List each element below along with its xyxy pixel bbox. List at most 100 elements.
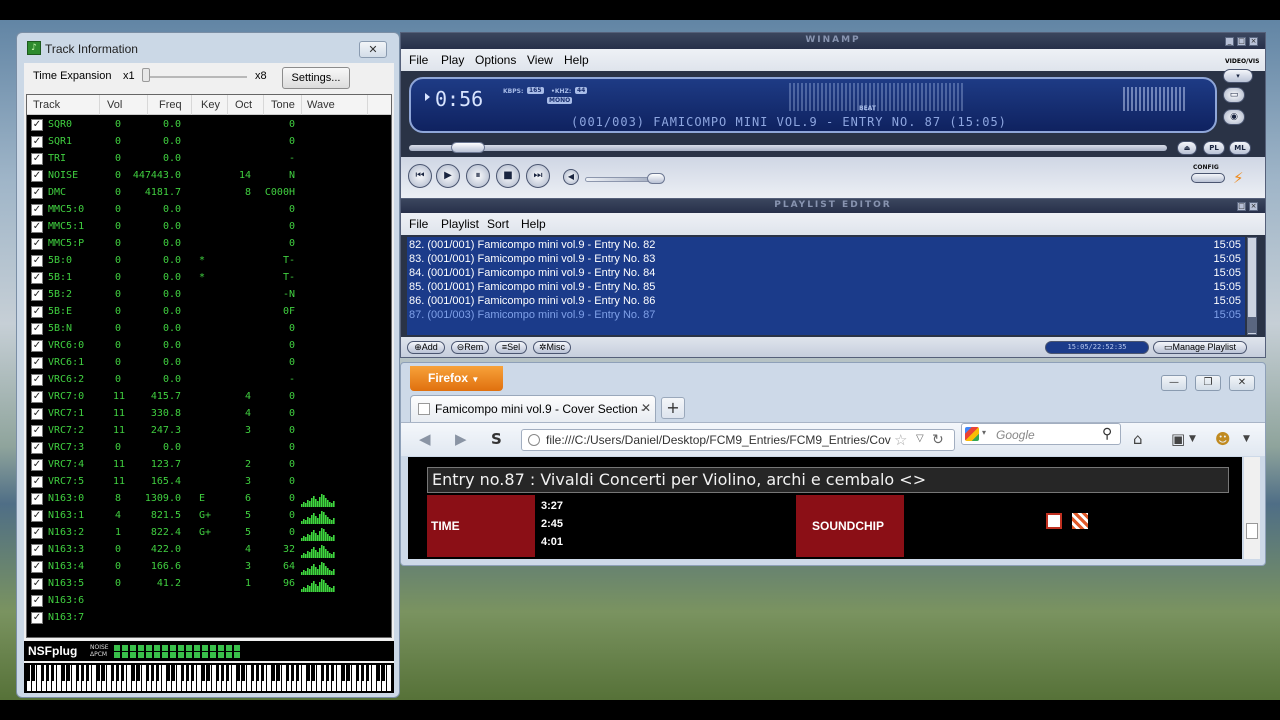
playlist-item-current[interactable]: 87. (001/003) Famicompo mini vol.9 - Ent… [409, 309, 1241, 323]
video-button[interactable]: ▭ [1223, 87, 1245, 103]
winamp-titlebar[interactable]: WINAMP _ □ × [401, 33, 1265, 49]
track-enable-checkbox[interactable]: ✓ [31, 340, 43, 352]
column-header-vol[interactable]: Vol [107, 99, 122, 111]
menu-file[interactable]: File [409, 53, 428, 67]
lightning-icon[interactable]: ⚡ [1233, 169, 1249, 187]
page-scrollbar[interactable] [1244, 457, 1260, 559]
track-enable-checkbox[interactable]: ✓ [31, 493, 43, 505]
minimize-button[interactable]: _ [1225, 37, 1234, 46]
playlist-item[interactable]: 86. (001/001) Famicompo mini vol.9 - Ent… [409, 295, 1241, 309]
track-enable-checkbox[interactable]: ✓ [31, 476, 43, 488]
remove-button[interactable]: ⊖Rem [451, 341, 489, 354]
minimize-button[interactable]: — [1161, 375, 1187, 391]
close-button[interactable]: × [1249, 37, 1258, 46]
track-row[interactable]: ✓ 5B:1 0 0.0 * T- [27, 270, 391, 287]
seek-bar-track[interactable] [409, 145, 1167, 151]
search-box[interactable]: ▾ Google ⚲ [961, 423, 1121, 445]
track-row[interactable]: ✓ N163:1 4 821.5 G+ 5 0 [27, 508, 391, 525]
column-header-key[interactable]: Key [201, 99, 220, 111]
history-dropdown-icon[interactable]: ▽ [916, 433, 924, 444]
settings-button[interactable]: Settings... [282, 67, 350, 89]
page-scrollbar-thumb[interactable] [1246, 523, 1258, 539]
bookmarks-icon[interactable]: ▣ [1171, 430, 1185, 448]
close-button[interactable]: ✕ [1229, 375, 1255, 391]
track-enable-checkbox[interactable]: ✓ [31, 425, 43, 437]
track-row[interactable]: ✓ 5B:N 0 0.0 0 [27, 321, 391, 338]
track-enable-checkbox[interactable]: ✓ [31, 170, 43, 182]
shade-button[interactable]: □ [1237, 202, 1246, 211]
previous-button[interactable]: ⏮ [408, 164, 432, 188]
menu-playlist[interactable]: Playlist [441, 217, 479, 231]
track-enable-checkbox[interactable]: ✓ [31, 238, 43, 250]
greasemonkey-icon[interactable]: ☻ [1215, 430, 1231, 448]
column-header-oct[interactable]: Oct [235, 99, 252, 111]
playlist-item[interactable]: 85. (001/001) Famicompo mini vol.9 - Ent… [409, 281, 1241, 295]
elapsed-time[interactable]: 0:56 [435, 87, 483, 111]
playlist-titlebar[interactable]: PLAYLIST EDITOR □ × [401, 199, 1265, 213]
close-button[interactable]: × [1249, 202, 1258, 211]
track-enable-checkbox[interactable]: ✓ [31, 374, 43, 386]
track-row[interactable]: ✓ TRI 0 0.0 - [27, 151, 391, 168]
eject-button[interactable]: ⏏ [1177, 141, 1197, 155]
url-bar[interactable]: file:///C:/Users/Daniel/Desktop/FCM9_Ent… [521, 429, 955, 451]
column-header-track[interactable]: Track [33, 99, 60, 111]
track-row[interactable]: ✓ VRC7:3 0 0.0 0 [27, 440, 391, 457]
time-expansion-slider-thumb[interactable] [142, 68, 150, 82]
track-enable-checkbox[interactable]: ✓ [31, 510, 43, 522]
track-enable-checkbox[interactable]: ✓ [31, 459, 43, 471]
manage-playlist-button[interactable]: ▭Manage Playlist [1153, 341, 1247, 354]
playlist-items[interactable]: 82. (001/001) Famicompo mini vol.9 - Ent… [407, 237, 1245, 335]
misc-button[interactable]: ✲Misc [533, 341, 571, 354]
menu-play[interactable]: Play [441, 53, 464, 67]
browser-tab[interactable]: Famicompo mini vol.9 - Cover Section - ✕ [410, 395, 656, 422]
track-enable-checkbox[interactable]: ✓ [31, 306, 43, 318]
track-row[interactable]: ✓ VRC6:2 0 0.0 - [27, 372, 391, 389]
track-row[interactable]: ✓ DMC 0 4181.7 8 C000H [27, 185, 391, 202]
track-enable-checkbox[interactable]: ✓ [31, 561, 43, 573]
menu-help[interactable]: Help [564, 53, 589, 67]
track-row[interactable]: ✓ VRC7:2 11 247.3 3 0 [27, 423, 391, 440]
home-icon[interactable]: ⌂ [1133, 430, 1143, 448]
chevron-down-icon[interactable]: ▼ [1243, 434, 1250, 444]
track-row[interactable]: ✓ SQR0 0 0.0 0 [27, 117, 391, 134]
spectrum-visualizer[interactable] [789, 83, 965, 111]
track-enable-checkbox[interactable]: ✓ [31, 442, 43, 454]
menu-view[interactable]: View [527, 53, 553, 67]
track-row[interactable]: ✓ N163:7 [27, 610, 391, 627]
add-button[interactable]: ⊕Add [407, 341, 445, 354]
track-enable-checkbox[interactable]: ✓ [31, 357, 43, 369]
stop-button[interactable]: ■ [496, 164, 520, 188]
track-row[interactable]: ✓ VRC6:0 0 0.0 0 [27, 338, 391, 355]
seek-bar-thumb[interactable] [451, 142, 485, 153]
new-tab-button[interactable]: + [661, 397, 685, 419]
track-enable-checkbox[interactable]: ✓ [31, 119, 43, 131]
track-row[interactable]: ✓ VRC7:4 11 123.7 2 0 [27, 457, 391, 474]
select-button[interactable]: ≡Sel [495, 341, 527, 354]
visualizer-button[interactable]: ◉ [1223, 109, 1245, 125]
track-row[interactable]: ✓ VRC7:5 11 165.4 3 0 [27, 474, 391, 491]
forward-button[interactable]: ▶ [455, 430, 467, 448]
track-row[interactable]: ✓ 5B:2 0 0.0 -N [27, 287, 391, 304]
column-header-wave[interactable]: Wave [307, 99, 335, 111]
track-enable-checkbox[interactable]: ✓ [31, 578, 43, 590]
track-enable-checkbox[interactable]: ✓ [31, 612, 43, 624]
next-button[interactable]: ⏭ [526, 164, 550, 188]
track-enable-checkbox[interactable]: ✓ [31, 391, 43, 403]
track-row[interactable]: ✓ NOISE 0 447443.0 14 N [27, 168, 391, 185]
reload-icon[interactable]: ↻ [932, 431, 944, 448]
volume-slider-thumb[interactable] [647, 173, 665, 184]
media-library-toggle-button[interactable]: ML [1229, 141, 1251, 155]
playlist-toggle-button[interactable]: PL [1203, 141, 1225, 155]
time-expansion-slider-track[interactable] [143, 76, 247, 78]
config-button[interactable] [1191, 173, 1225, 183]
play-button[interactable]: ▶ [436, 164, 460, 188]
track-enable-checkbox[interactable]: ✓ [31, 204, 43, 216]
firefox-menu-button[interactable]: Firefox ▼ [410, 366, 503, 391]
track-row[interactable]: ✓ MMC5:1 0 0.0 0 [27, 219, 391, 236]
track-row[interactable]: ✓ MMC5:P 0 0.0 0 [27, 236, 391, 253]
track-enable-checkbox[interactable]: ✓ [31, 221, 43, 233]
close-button[interactable]: ✕ [359, 41, 387, 58]
video-vis-toggle[interactable]: ▾ [1223, 69, 1253, 83]
column-header-tone[interactable]: Tone [271, 99, 295, 111]
playlist-scrollbar-thumb[interactable] [1248, 317, 1256, 333]
